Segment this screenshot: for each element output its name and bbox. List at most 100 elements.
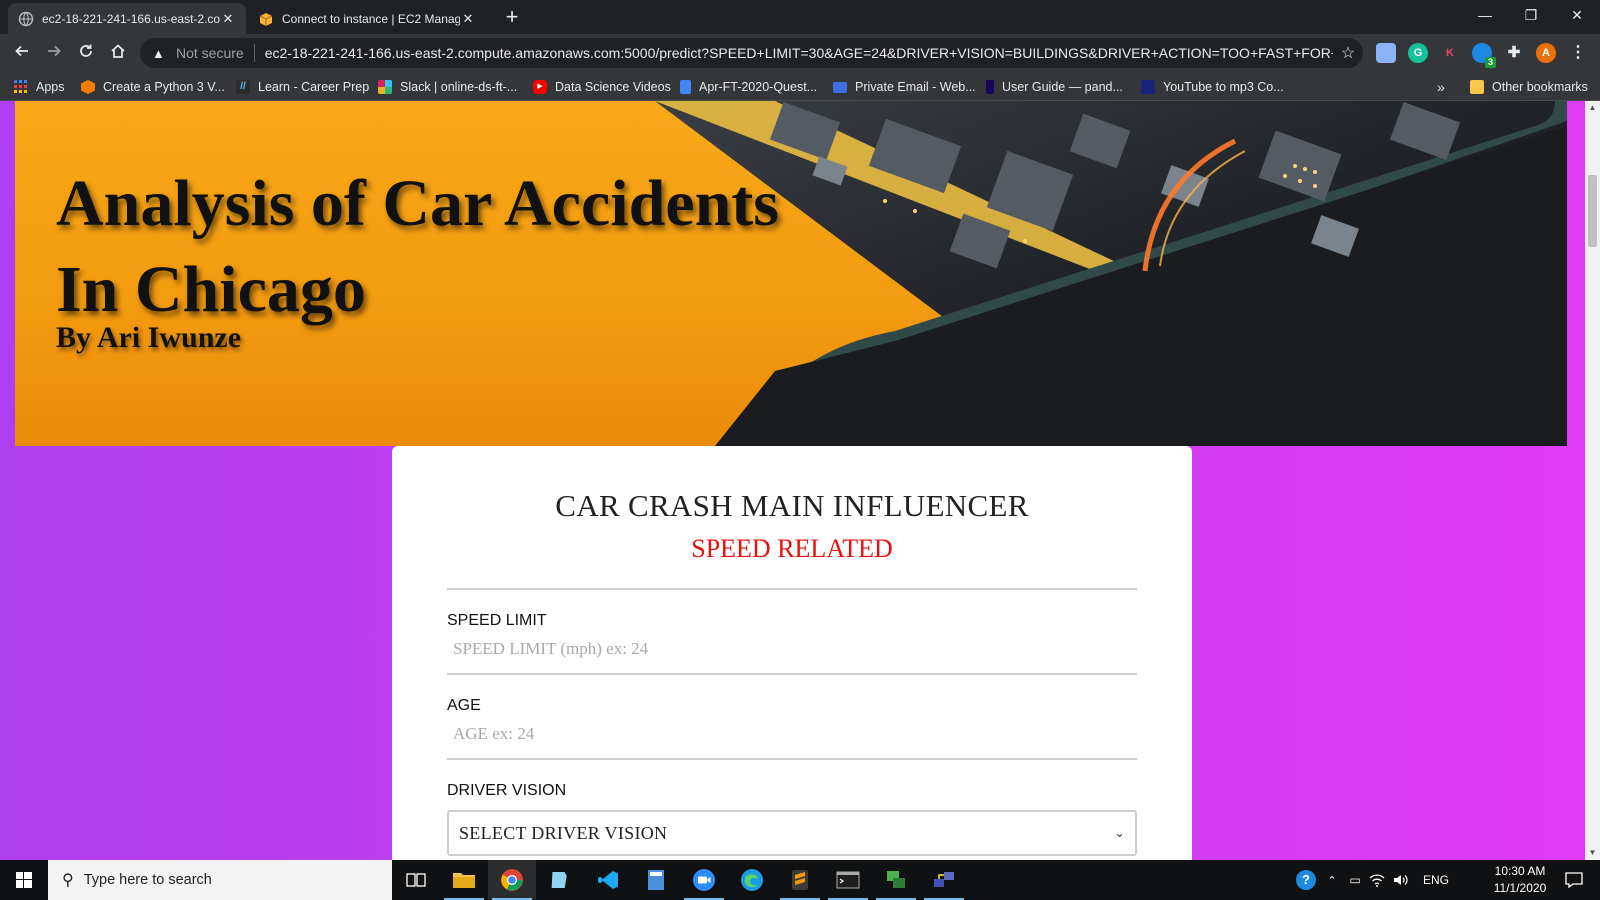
- bookmark-label: Create a Python 3 V...: [103, 80, 225, 94]
- search-placeholder: Type here to search: [83, 872, 212, 888]
- bookmark-label: Private Email - Web...: [855, 80, 976, 94]
- speaker-icon[interactable]: [1390, 860, 1412, 900]
- docs-icon: [680, 80, 691, 94]
- calculator-icon[interactable]: [632, 860, 680, 900]
- taskbar-search-box[interactable]: ⚲ Type here to search: [48, 860, 392, 900]
- pandas-icon: [986, 80, 994, 94]
- divider: [447, 588, 1137, 590]
- tab-title: ec2-18-221-241-166.us-east-2.co: [42, 11, 220, 26]
- bookmark-youtube-mp3[interactable]: YouTube to mp3 Co...: [1141, 77, 1284, 97]
- slack-icon: [378, 80, 392, 94]
- bookmarks-bar: Apps Create a Python 3 V... // Learn - C…: [0, 72, 1600, 101]
- back-button[interactable]: [8, 39, 36, 67]
- new-tab-button[interactable]: +: [499, 5, 525, 31]
- bookmark-private-email[interactable]: Private Email - Web...: [833, 77, 976, 97]
- bookmark-questions-doc[interactable]: Apr-FT-2020-Quest...: [680, 77, 817, 97]
- arrow-left-icon: [15, 45, 28, 57]
- windows-taskbar: ⚲ Type here to search ? ⌃ ▭ ENG 10:30 AM…: [0, 860, 1600, 900]
- bookmark-python[interactable]: Create a Python 3 V...: [81, 77, 225, 97]
- search-icon: ⚲: [62, 872, 74, 889]
- notifications-icon[interactable]: [1556, 860, 1592, 900]
- bookmark-pandas-guide[interactable]: User Guide — pand...: [986, 77, 1123, 97]
- close-tab-icon[interactable]: ✕: [220, 11, 236, 27]
- scroll-down-arrow[interactable]: ▼: [1585, 846, 1600, 860]
- speed-limit-input[interactable]: [447, 635, 1137, 663]
- clock-time: 10:30 AM: [1494, 864, 1546, 878]
- reload-icon: [80, 44, 92, 57]
- bookmarks-overflow-button[interactable]: »: [1437, 77, 1445, 97]
- restore-button[interactable]: ❐: [1508, 0, 1554, 30]
- network-icon[interactable]: [920, 860, 968, 900]
- task-view-icon[interactable]: [392, 860, 440, 900]
- other-bookmarks-folder[interactable]: Other bookmarks: [1470, 77, 1588, 97]
- home-icon: [111, 44, 125, 58]
- form-heading: CAR CRASH MAIN INFLUENCER: [555, 488, 1029, 523]
- vpn-icon[interactable]: [872, 860, 920, 900]
- chevron-up-icon[interactable]: ⌃: [1322, 860, 1342, 900]
- driver-vision-select[interactable]: SELECT DRIVER VISION ⌄: [447, 810, 1137, 856]
- cloud-extension-icon[interactable]: [1376, 43, 1396, 63]
- bookmark-label: Apr-FT-2020-Quest...: [699, 80, 818, 94]
- forward-button[interactable]: [40, 39, 68, 67]
- start-button[interactable]: [0, 860, 48, 900]
- speed-limit-label: SPEED LIMIT: [447, 612, 547, 629]
- browser-toolbar: ▲ Not secure ec2-18-221-241-166.us-east-…: [0, 34, 1600, 72]
- prediction-form-card: CAR CRASH MAIN INFLUENCER SPEED RELATED …: [392, 446, 1192, 860]
- mp3-icon: [1141, 80, 1155, 94]
- help-icon[interactable]: ?: [1292, 860, 1320, 900]
- notepad-icon[interactable]: [536, 860, 584, 900]
- reload-button[interactable]: [72, 39, 100, 67]
- edge-icon[interactable]: [728, 860, 776, 900]
- close-tab-icon[interactable]: ✕: [460, 11, 476, 27]
- k-extension-icon[interactable]: K: [1440, 43, 1460, 63]
- bookmark-label: YouTube to mp3 Co...: [1163, 80, 1284, 94]
- bookmark-label: User Guide — pand...: [1002, 80, 1123, 94]
- bookmark-data-science-videos[interactable]: ▶ Data Science Videos: [533, 77, 671, 97]
- bookmark-apps[interactable]: Apps: [14, 77, 65, 97]
- author-byline: By Ari Iwunze: [56, 321, 242, 354]
- file-explorer-icon[interactable]: [440, 860, 488, 900]
- tab-predict-page[interactable]: ec2-18-221-241-166.us-east-2.co ✕: [8, 3, 246, 34]
- security-label[interactable]: Not secure: [176, 45, 244, 61]
- scroll-up-arrow[interactable]: ▲: [1585, 101, 1600, 115]
- badge-extension-icon[interactable]: 3: [1472, 43, 1496, 68]
- bookmark-label: Other bookmarks: [1492, 80, 1588, 94]
- tab-ec2-console[interactable]: Connect to instance | EC2 Manag ✕: [248, 3, 486, 34]
- zoom-icon[interactable]: [680, 860, 728, 900]
- puzzle-extensions-icon[interactable]: ✚: [1504, 43, 1524, 63]
- scrollbar-thumb[interactable]: [1588, 175, 1597, 247]
- wifi-icon[interactable]: [1366, 860, 1388, 900]
- url-text[interactable]: ec2-18-221-241-166.us-east-2.compute.ama…: [265, 45, 1333, 61]
- grammarly-icon[interactable]: G: [1408, 43, 1428, 63]
- globe-icon: [18, 11, 34, 26]
- menu-kebab-icon[interactable]: ⋮: [1568, 43, 1588, 63]
- sublime-icon[interactable]: [776, 860, 824, 900]
- extension-badge: 3: [1485, 57, 1496, 68]
- profile-avatar[interactable]: A: [1536, 43, 1556, 63]
- close-window-button[interactable]: ✕: [1554, 0, 1600, 30]
- terminal-icon[interactable]: [824, 860, 872, 900]
- youtube-icon: ▶: [533, 80, 547, 94]
- tab-strip: ec2-18-221-241-166.us-east-2.co ✕ Connec…: [0, 0, 1600, 34]
- prediction-result: SPEED RELATED: [691, 534, 893, 563]
- address-bar[interactable]: ▲ Not secure ec2-18-221-241-166.us-east-…: [140, 38, 1363, 68]
- battery-icon[interactable]: ▭: [1344, 860, 1366, 900]
- language-indicator[interactable]: ENG: [1416, 860, 1456, 900]
- vscode-icon[interactable]: [584, 860, 632, 900]
- mail-icon: [833, 81, 847, 93]
- age-input[interactable]: [447, 720, 1137, 748]
- chrome-icon[interactable]: [488, 860, 536, 900]
- home-button[interactable]: [104, 39, 132, 67]
- windows-logo-icon: [16, 872, 32, 888]
- bookmark-slack[interactable]: Slack | online-ds-ft-...: [378, 77, 517, 97]
- clock-date: 11/1/2020: [1493, 881, 1547, 895]
- bookmark-learn[interactable]: // Learn - Career Prep: [236, 77, 369, 97]
- system-clock[interactable]: 10:30 AM 11/1/2020: [1480, 863, 1560, 897]
- driver-vision-label: DRIVER VISION: [447, 782, 567, 799]
- page-scrollbar[interactable]: ▲ ▼: [1585, 101, 1600, 860]
- page-title: Analysis of Car Accidents In Chicago: [56, 167, 779, 326]
- bookmark-star-icon[interactable]: ☆: [1333, 43, 1363, 63]
- minimize-button[interactable]: —: [1462, 0, 1508, 30]
- warning-triangle-icon[interactable]: ▲: [152, 46, 168, 61]
- learn-icon: //: [236, 80, 250, 94]
